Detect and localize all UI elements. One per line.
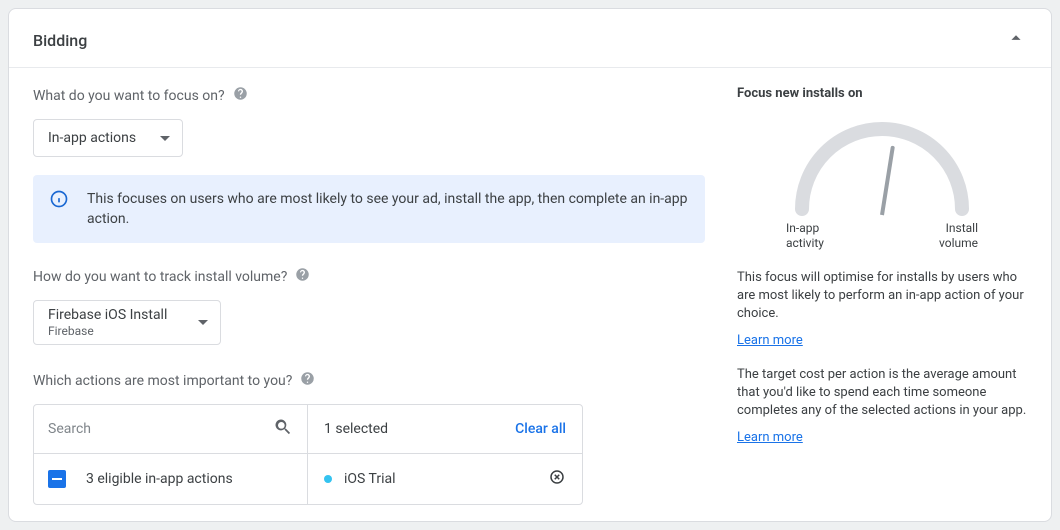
right-panel: Focus new installs on In-app activity In… [737,86,1027,505]
right-panel-title: Focus new installs on [737,86,1027,101]
caret-down-icon [198,320,208,325]
focus-dropdown[interactable]: In-app actions [33,119,183,157]
info-icon [49,189,69,229]
gauge-widget: In-app activity Install volume [737,109,1027,251]
bidding-card: Bidding What do you want to focus on? In… [8,8,1052,522]
help-icon[interactable] [295,267,310,286]
right-paragraph-2: The target cost per action is the averag… [737,366,1027,420]
track-dropdown-subvalue: Firebase [48,324,167,338]
selected-action-label: iOS Trial [344,471,396,487]
status-dot-icon [324,475,332,483]
actions-search-cell[interactable]: Search [34,405,308,453]
focus-question-row: What do you want to focus on? [33,86,705,105]
track-dropdown-value: Firebase iOS Install [48,307,167,323]
gauge-labels: In-app activity Install volume [786,221,978,251]
info-banner-text: This focuses on users who are most likel… [87,189,689,229]
gauge-right-label: Install volume [908,221,978,251]
gauge-arc [787,109,977,219]
actions-selected-header: 1 selected Clear all [308,405,582,453]
card-title: Bidding [33,31,87,50]
info-banner: This focuses on users who are most likel… [33,175,705,243]
track-dropdown[interactable]: Firebase iOS Install Firebase [33,300,221,345]
collapse-chevron-up-icon[interactable] [1005,27,1027,53]
learn-more-link-1[interactable]: Learn more [737,333,803,348]
search-input[interactable]: Search [48,421,259,437]
left-column: What do you want to focus on? In-app act… [33,86,705,505]
actions-table-header: Search 1 selected Clear all [34,405,582,454]
learn-more-link-2[interactable]: Learn more [737,430,803,445]
card-body: What do you want to focus on? In-app act… [9,68,1051,505]
right-paragraph-1: This focus will optimise for installs by… [737,269,1027,323]
focus-dropdown-value: In-app actions [48,130,136,146]
actions-question-row: Which actions are most important to you? [33,371,705,390]
search-icon[interactable] [273,417,293,441]
card-header: Bidding [9,9,1051,68]
caret-down-icon [160,136,170,141]
selected-action-chip: iOS Trial [324,471,396,487]
selected-action-cell: iOS Trial [308,454,582,504]
track-question-label: How do you want to track install volume? [33,269,287,285]
remove-icon[interactable] [548,468,566,490]
eligible-actions-cell[interactable]: 3 eligible in-app actions [34,454,308,504]
focus-question-label: What do you want to focus on? [33,88,225,104]
eligible-actions-label: 3 eligible in-app actions [86,471,233,487]
actions-table: Search 1 selected Clear all 3 eligible i… [33,404,583,505]
clear-all-button[interactable]: Clear all [515,421,566,437]
checkbox-indeterminate-icon[interactable] [48,470,66,488]
help-icon[interactable] [233,86,248,105]
track-question-row: How do you want to track install volume? [33,267,705,286]
help-icon[interactable] [300,371,315,390]
gauge-left-label: In-app activity [786,221,856,251]
actions-table-row: 3 eligible in-app actions iOS Trial [34,454,582,504]
actions-question-label: Which actions are most important to you? [33,373,292,389]
selected-count-label: 1 selected [324,421,388,437]
